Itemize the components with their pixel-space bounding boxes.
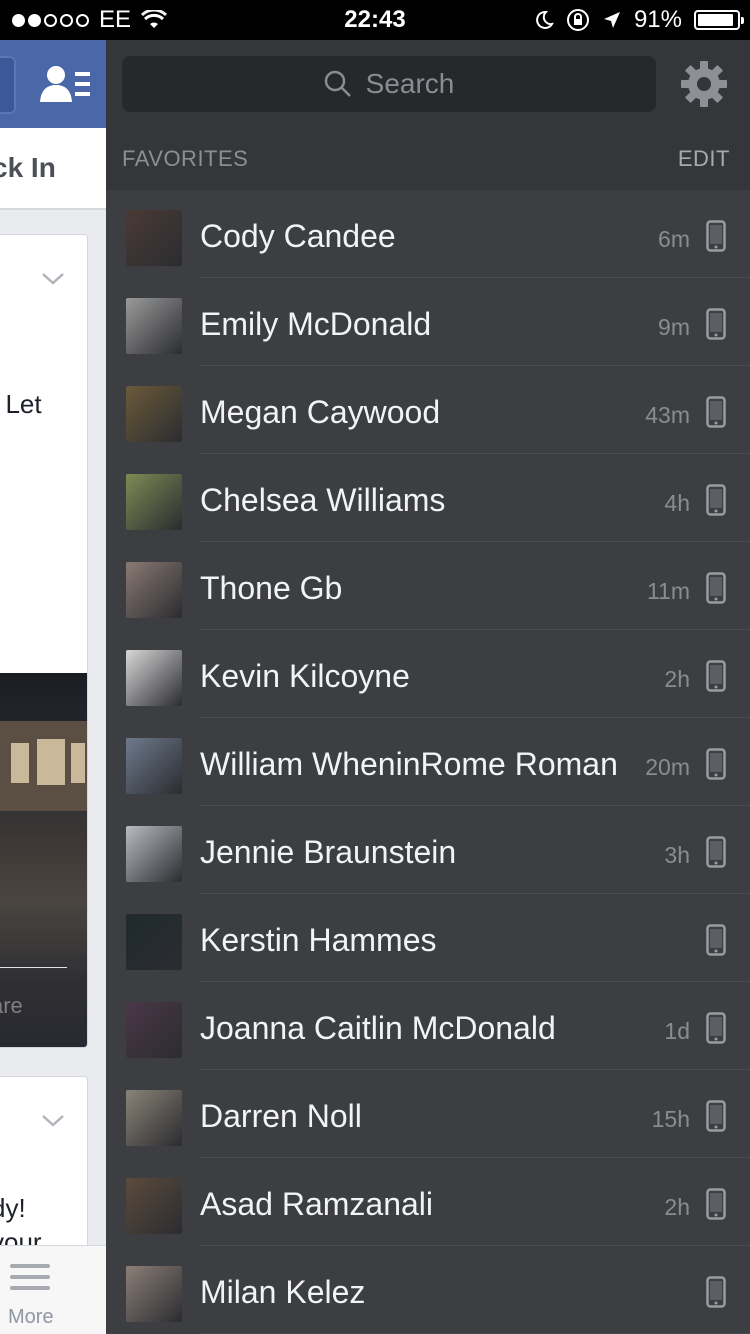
avatar — [126, 1090, 182, 1146]
last-active-time: 2h — [664, 1194, 690, 1220]
contact-name: Asad Ramzanali — [200, 1186, 433, 1222]
contact-name: Kevin Kilcoyne — [200, 658, 410, 694]
contact-name: Milan Kelez — [200, 1274, 366, 1310]
avatar — [126, 474, 182, 530]
last-active-time: 9m — [658, 314, 690, 340]
mobile-phone-icon — [706, 484, 726, 516]
moon-icon — [536, 10, 554, 29]
avatar — [126, 914, 182, 970]
avatar — [126, 210, 182, 266]
avatar — [126, 562, 182, 618]
chat-header: Search — [106, 40, 750, 128]
post-text-snippet: dy! — [0, 1193, 26, 1223]
contact-name: Darren Noll — [200, 1098, 362, 1134]
mobile-phone-icon — [706, 1188, 726, 1220]
news-feed-behind: ck In . Let are dy! your More — [0, 40, 106, 1334]
mobile-phone-icon — [706, 396, 726, 428]
post-photo[interactable] — [0, 673, 87, 1047]
last-active-time: 6m — [658, 226, 690, 252]
mobile-phone-icon — [706, 1012, 726, 1044]
search-input[interactable]: Search — [122, 56, 656, 112]
contact-name: William WheninRome Roman — [200, 746, 618, 782]
contact-row[interactable]: Asad Ramzanali 2h — [106, 1158, 750, 1246]
contact-row[interactable]: Kevin Kilcoyne 2h — [106, 630, 750, 718]
contact-name: Megan Caywood — [200, 394, 441, 430]
contact-row[interactable]: Kerstin Hammes — [106, 894, 750, 982]
last-active-time: 2h — [664, 666, 690, 692]
battery-percent: 91% — [633, 6, 682, 33]
edit-button[interactable]: EDIT — [678, 146, 730, 172]
mobile-phone-icon — [706, 924, 726, 956]
avatar — [126, 1266, 182, 1322]
mobile-phone-icon — [706, 308, 726, 340]
rotation-lock-icon — [566, 9, 589, 31]
post-text-snippet: . Let — [0, 389, 42, 419]
contact-name: Chelsea Williams — [200, 482, 446, 518]
share-action[interactable]: are — [0, 993, 23, 1019]
contact-name: Thone Gb — [200, 570, 343, 606]
contact-name: Joanna Caitlin McDonald — [200, 1010, 556, 1046]
mobile-phone-icon — [706, 660, 726, 692]
gear-icon[interactable] — [680, 60, 728, 108]
avatar — [126, 826, 182, 882]
last-active-time: 4h — [664, 490, 690, 516]
chat-sidebar: Search FAVORITES EDIT Cody Candee 6m Emily… — [106, 40, 750, 1334]
contact-row[interactable]: Darren Noll 15h — [106, 1070, 750, 1158]
mobile-phone-icon — [706, 1276, 726, 1308]
contact-row[interactable]: Megan Caywood 43m — [106, 366, 750, 454]
mobile-phone-icon — [706, 572, 726, 604]
avatar — [126, 386, 182, 442]
search-placeholder: Search — [365, 68, 455, 99]
search-icon — [324, 70, 351, 97]
mobile-phone-icon — [706, 748, 726, 780]
contact-name: Jennie Braunstein — [200, 834, 457, 870]
feed-post-card: . Let are — [0, 234, 88, 1048]
contact-row[interactable]: Chelsea Williams 4h — [106, 454, 750, 542]
mobile-phone-icon — [706, 1100, 726, 1132]
battery-icon — [694, 10, 744, 30]
last-active-time: 3h — [664, 842, 690, 868]
avatar — [126, 298, 182, 354]
checkin-label: ck In — [0, 152, 56, 183]
mobile-phone-icon — [706, 220, 726, 252]
menu-icon[interactable] — [10, 1264, 50, 1297]
contact-name: Emily McDonald — [200, 306, 432, 342]
avatar — [126, 1178, 182, 1234]
status-bar: EE 22:43 91% — [0, 0, 750, 40]
contact-name: Kerstin Hammes — [200, 922, 437, 958]
contact-row[interactable]: William WheninRome Roman 20m — [106, 718, 750, 806]
contact-row[interactable]: Jennie Braunstein 3h — [106, 806, 750, 894]
last-active-time: 11m — [646, 578, 690, 604]
tab-more-label[interactable]: More — [8, 1306, 54, 1329]
tab-bar: More — [0, 1245, 106, 1334]
last-active-time: 1d — [664, 1018, 690, 1044]
contact-name: Cody Candee — [200, 218, 396, 254]
avatar — [126, 738, 182, 794]
last-active-time: 20m — [645, 754, 690, 780]
friends-icon[interactable] — [40, 64, 92, 104]
location-arrow-icon — [603, 12, 620, 28]
contact-row[interactable]: Thone Gb 11m — [106, 542, 750, 630]
mobile-phone-icon — [706, 836, 726, 868]
last-active-time: 15h — [651, 1106, 690, 1132]
last-active-time: 43m — [645, 402, 690, 428]
feed-search-stub[interactable] — [0, 56, 16, 114]
avatar — [126, 650, 182, 706]
feed-header — [0, 40, 106, 128]
contact-row[interactable]: Joanna Caitlin McDonald 1d — [106, 982, 750, 1070]
status-right: 91% — [534, 6, 744, 34]
chevron-down-icon[interactable] — [41, 1109, 65, 1133]
contact-row[interactable]: Milan Kelez — [106, 1246, 750, 1334]
avatar — [126, 1002, 182, 1058]
contact-row[interactable]: Cody Candee 6m — [106, 190, 750, 278]
favorites-title: FAVORITES — [122, 146, 249, 171]
favorites-header: FAVORITES EDIT — [106, 128, 750, 190]
chevron-down-icon[interactable] — [41, 267, 65, 291]
checkin-bar[interactable]: ck In — [0, 128, 106, 210]
contact-list: Cody Candee 6m Emily McDonald 9m Megan Caywo… — [106, 190, 750, 1334]
contact-row[interactable]: Emily McDonald 9m — [106, 278, 750, 366]
